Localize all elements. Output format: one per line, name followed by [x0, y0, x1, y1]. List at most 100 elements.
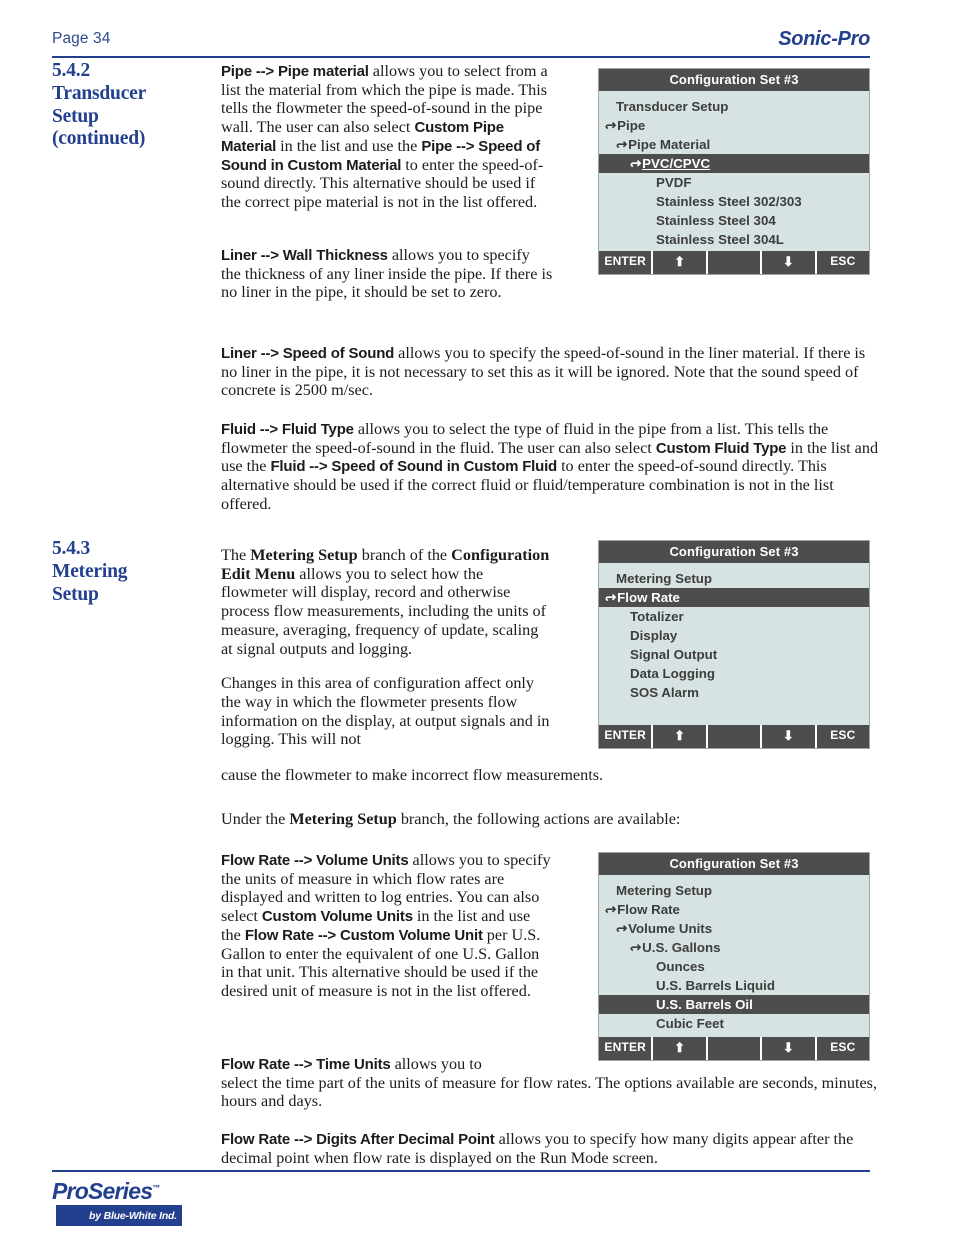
lcd-button-up-arrow-icon[interactable]: ⬆ — [653, 725, 708, 748]
section-number: 5.4.3 — [52, 538, 91, 559]
page-number: Page 34 — [52, 30, 111, 47]
lcd-menu-item[interactable]: Data Logging — [599, 664, 869, 683]
paragraph-volume-units: Flow Rate --> Volume Units allows you to… — [221, 851, 551, 1000]
lcd-button-up-arrow-icon[interactable]: ⬆ — [653, 1037, 708, 1060]
paragraph-changes-note-continued: cause the flowmeter to make incorrect fl… — [221, 766, 604, 784]
lcd-menu-item[interactable]: ↪Pipe — [599, 116, 869, 135]
lcd-menu-item[interactable]: U.S. Barrels Oil — [599, 995, 869, 1015]
lcd-button-esc[interactable]: ESC — [816, 251, 870, 274]
lcd-menu-item-label: PVC/CPVC — [642, 156, 711, 172]
term-custom-fluid-type: Custom Fluid Type — [655, 439, 787, 457]
lcd-button-enter[interactable]: ENTER — [599, 251, 654, 274]
lcd-menu-item[interactable]: ↪Pipe Material — [599, 135, 869, 154]
lcd-menu-item-label: Stainless Steel 302/303 — [656, 194, 802, 210]
term-metering-setup-2: Metering Setup — [289, 810, 397, 828]
lcd-menu-item[interactable]: Ounces — [599, 957, 869, 976]
lcd-button-down-arrow-icon[interactable]: ⬇ — [762, 251, 817, 274]
lcd-menu-item[interactable]: Cubic Feet — [599, 1014, 869, 1033]
term-flow-rate-time-units: Flow Rate --> Time Units — [221, 1056, 391, 1073]
branch-arrow-icon: ↪ — [616, 921, 628, 937]
lcd-button-enter[interactable]: ENTER — [599, 725, 654, 748]
lcd-button-blank[interactable] — [707, 1037, 763, 1060]
lcd-menu-item-label: Display — [630, 628, 678, 644]
paragraph-changes-note: Changes in this area of configuration af… — [221, 674, 550, 749]
lcd-menu-item[interactable]: SOS Alarm — [599, 683, 869, 702]
lcd-menu-item[interactable]: Metering Setup — [599, 569, 869, 588]
lcd-button-esc[interactable]: ESC — [816, 1037, 870, 1060]
document-page: Page 34 Sonic-Pro 5.4.2 Transducer Setup… — [0, 0, 954, 1235]
lcd-softkey-bar: ENTER ⬆ ⬇ ESC — [599, 251, 870, 274]
term-liner-speed-of-sound: Liner --> Speed of Sound — [221, 345, 395, 362]
footer-divider — [52, 1170, 870, 1172]
lcd-menu-item-label: Flow Rate — [617, 902, 680, 918]
lcd-menu-list: Transducer Setup ↪Pipe ↪Pipe Material ↪PVC/… — [599, 91, 869, 268]
lcd-menu-item[interactable]: ↪Flow Rate — [599, 900, 869, 919]
paragraph-digits-after-decimal: Flow Rate --> Digits After Decimal Point… — [221, 1130, 854, 1167]
branch-arrow-icon: ↪ — [616, 137, 628, 153]
lcd-button-down-arrow-icon[interactable]: ⬇ — [762, 725, 817, 748]
lcd-button-up-arrow-icon[interactable]: ⬆ — [653, 251, 708, 274]
lcd-menu-item-label: Stainless Steel 304L — [656, 232, 784, 248]
proseries-logo: ProSeries™ by Blue-White Ind. — [52, 1180, 282, 1226]
lcd-menu-item[interactable]: ↪Flow Rate — [599, 588, 869, 608]
lcd-menu-item[interactable]: ↪PVC/CPVC — [599, 154, 869, 174]
lcd-softkey-bar: ENTER ⬆ ⬇ ESC — [599, 1037, 870, 1060]
lcd-menu-list: Metering Setup ↪Flow Rate ↪Volume Units ↪U.… — [599, 875, 869, 1052]
lcd-menu-item[interactable]: Stainless Steel 304L — [599, 230, 869, 249]
paragraph-fluid-type: Fluid --> Fluid Type allows you to selec… — [221, 420, 879, 513]
lcd-menu-item[interactable]: ↪Volume Units — [599, 919, 869, 938]
lcd-menu-item-label: Signal Output — [630, 647, 718, 663]
section-number: 5.4.2 — [52, 60, 91, 81]
lcd-menu-item[interactable]: Signal Output — [599, 645, 869, 664]
lcd-menu-item-label: Totalizer — [630, 609, 684, 625]
paragraph-liner-speed-of-sound: Liner --> Speed of Sound allows you to s… — [221, 344, 866, 400]
term-flow-rate-volume-units: Flow Rate --> Volume Units — [221, 852, 409, 869]
lcd-menu-item[interactable]: Metering Setup — [599, 881, 869, 900]
lcd-button-down-arrow-icon[interactable]: ⬇ — [762, 1037, 817, 1060]
sonic-pro-logo: Sonic-Pro — [778, 28, 870, 50]
lcd-button-blank[interactable] — [707, 725, 763, 748]
lcd-menu-item[interactable]: PVDF — [599, 173, 869, 192]
branch-arrow-icon: ↪ — [605, 118, 617, 134]
term-flow-rate-digits-after-decimal: Flow Rate --> Digits After Decimal Point — [221, 1131, 495, 1148]
lcd-menu-item[interactable]: Display — [599, 626, 869, 645]
lcd-panel-transducer-setup: Configuration Set #3 Transducer Setup ↪Pi… — [598, 68, 870, 275]
branch-arrow-icon: ↪ — [630, 156, 642, 172]
lcd-softkey-bar: ENTER ⬆ ⬇ ESC — [599, 725, 870, 748]
paragraph-time-units: Flow Rate --> Time Units allows you to se… — [221, 1055, 877, 1111]
section-title-line2: Setup — [52, 583, 99, 605]
lcd-menu-item[interactable]: Transducer Setup — [599, 97, 869, 116]
lcd-menu-item-label: Transducer Setup — [616, 99, 729, 114]
proseries-tagline-bar: by Blue-White Ind. — [56, 1205, 182, 1226]
trademark-icon: ™ — [152, 1183, 161, 1193]
section-heading-5-4-3: 5.4.3 Metering Setup — [52, 538, 212, 606]
lcd-menu-item-label: Volume Units — [628, 921, 713, 937]
lcd-menu-item-label: SOS Alarm — [630, 685, 699, 701]
term-liner-wall-thickness: Liner --> Wall Thickness — [221, 247, 388, 264]
lcd-menu-item-label: Cubic Feet — [656, 1016, 724, 1032]
lcd-menu-item[interactable]: Stainless Steel 304 — [599, 211, 869, 230]
lcd-title-bar: Configuration Set #3 — [599, 853, 869, 875]
term-custom-volume-units: Custom Volume Units — [261, 908, 413, 926]
term-metering-setup: Metering Setup — [250, 546, 358, 564]
term-fluid-type: Fluid --> Fluid Type — [221, 421, 354, 438]
paragraph-under-metering-setup: Under the Metering Setup branch, the fol… — [221, 810, 681, 828]
branch-arrow-icon: ↪ — [630, 940, 642, 956]
lcd-button-enter[interactable]: ENTER — [599, 1037, 654, 1060]
term-pipe-material: Pipe --> Pipe material — [221, 63, 369, 80]
lcd-button-esc[interactable]: ESC — [816, 725, 870, 748]
lcd-menu-item-label: Ounces — [656, 959, 705, 975]
paragraph-metering-setup-intro: The Metering Setup branch of the Configu… — [221, 546, 553, 749]
branch-arrow-icon: ↪ — [605, 590, 617, 606]
lcd-menu-item[interactable]: U.S. Barrels Liquid — [599, 976, 869, 995]
lcd-menu-item[interactable]: Stainless Steel 302/303 — [599, 192, 869, 211]
lcd-menu-item[interactable]: ↪U.S. Gallons — [599, 938, 869, 957]
section-title-line3: (continued) — [52, 128, 146, 150]
lcd-menu-item-label: U.S. Barrels Oil — [656, 997, 753, 1013]
lcd-menu-item[interactable]: Totalizer — [599, 607, 869, 626]
page-header: Page 34 Sonic-Pro — [52, 28, 870, 58]
lcd-menu-item-label: PVDF — [656, 175, 692, 191]
lcd-panel-volume-units: Configuration Set #3 Metering Setup ↪Flow… — [598, 852, 870, 1061]
lcd-button-blank[interactable] — [707, 251, 763, 274]
lcd-menu-item-label: Metering Setup — [616, 883, 713, 898]
